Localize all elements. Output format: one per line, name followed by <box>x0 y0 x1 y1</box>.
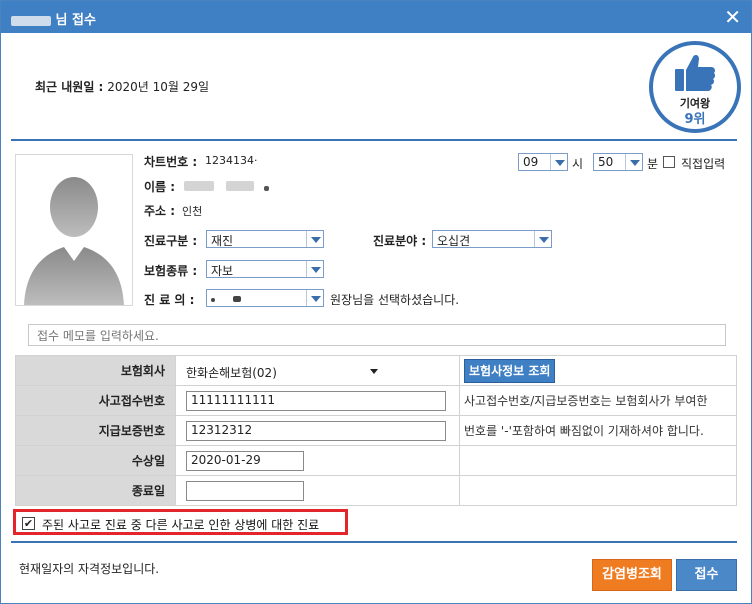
field-label: 진료분야 : <box>373 234 427 248</box>
name-label: 이름 : <box>144 180 176 194</box>
minute-unit: 분 <box>647 157 659 171</box>
field-select[interactable]: 오십견 <box>432 230 552 248</box>
insurance-table: 보험회사 한화손해보험(02) 보험사정보 조회 사고접수번호 11111111… <box>15 355 737 506</box>
avatar-silhouette-icon <box>24 177 124 305</box>
recent-visit-date: 2020년 10월 29일 <box>107 80 210 94</box>
secondary-accident-checkbox[interactable]: ✔ <box>22 517 35 530</box>
divider-top <box>11 139 737 141</box>
accident-number-label: 사고접수번호 <box>15 385 176 416</box>
close-icon[interactable]: ✕ <box>724 5 741 29</box>
accident-number-input[interactable]: 11111111111 <box>186 390 446 411</box>
injury-date-input[interactable]: 2020-01-29 <box>186 450 304 471</box>
chevron-down-icon <box>306 261 323 277</box>
minute-select[interactable]: 50 <box>593 153 643 171</box>
secondary-accident-label: 주된 사고로 진료 중 다른 사고로 인한 상병에 대한 진료 <box>42 518 320 532</box>
address-label: 주소 : <box>144 204 176 218</box>
recent-visit-label: 최근 내원일 : <box>35 80 104 94</box>
memo-input[interactable] <box>35 326 719 346</box>
insurance-type-select[interactable]: 자보 <box>206 260 324 278</box>
injury-date-label: 수상일 <box>15 445 176 476</box>
insurance-lookup-button[interactable]: 보험사정보 조회 <box>464 358 556 383</box>
table-row: 지급보증번호 12312312 번호를 '-'포함하여 빠짐없이 기재하셔야 합… <box>15 415 737 446</box>
manual-input-label: 직접입력 <box>681 157 726 171</box>
memo-field[interactable] <box>28 324 726 346</box>
insurance-company-select[interactable]: 한화손해보험(02) <box>184 361 384 381</box>
insurance-type-label: 보험종류 : <box>144 264 198 278</box>
note-line-2: 번호를 '-'포함하여 빠짐없이 기재하셔야 합니다. <box>459 415 737 446</box>
title-bar: 님 접수 ✕ <box>1 1 751 33</box>
address: 인천 <box>182 205 203 218</box>
chevron-down-icon <box>306 290 323 306</box>
chevron-down-icon <box>550 154 567 170</box>
chevron-down-icon <box>625 154 642 170</box>
caret-down-icon <box>370 368 378 374</box>
visit-type-select[interactable]: 재진 <box>206 230 324 248</box>
doctor-label: 진 료 의 : <box>144 293 195 307</box>
doctor-note: 원장님을 선택하셨습니다. <box>330 293 460 307</box>
eligibility-note: 현재일자의 자격정보입니다. <box>19 562 160 576</box>
visit-type-label: 진료구분 : <box>144 234 198 248</box>
infectious-disease-lookup-button[interactable]: 감염병조회 <box>592 559 672 591</box>
badge-rank: 9위 <box>684 112 706 127</box>
table-row: 수상일 2020-01-29 <box>15 445 737 476</box>
end-date-label: 종료일 <box>15 475 176 506</box>
guarantee-number-label: 지급보증번호 <box>15 415 176 446</box>
chart-number: 1234134· <box>205 154 258 167</box>
manual-input-checkbox[interactable] <box>663 156 675 168</box>
thumbs-up-icon <box>675 54 716 91</box>
table-row: 사고접수번호 11111111111 사고접수번호/지급보증번호는 보험회사가 … <box>15 385 737 416</box>
name-redacted <box>184 180 269 194</box>
guarantee-number-input[interactable]: 12312312 <box>186 420 446 441</box>
table-row: 종료일 <box>15 475 737 506</box>
chart-number-label: 차트번호 : <box>144 155 198 169</box>
chevron-down-icon <box>306 231 323 247</box>
end-date-input[interactable] <box>186 480 304 501</box>
patient-photo <box>15 154 133 306</box>
secondary-accident-option: ✔ 주된 사고로 진료 중 다른 사고로 인한 상병에 대한 진료 <box>13 509 348 535</box>
doctor-select[interactable] <box>206 289 324 307</box>
submit-button[interactable]: 접수 <box>676 559 737 591</box>
table-row: 보험회사 한화손해보험(02) 보험사정보 조회 <box>15 355 737 386</box>
company-label: 보험회사 <box>15 355 176 386</box>
reception-dialog: 님 접수 ✕ 최근 내원일 : 2020년 10월 29일 기여왕 9위 차트번… <box>0 0 752 604</box>
divider-bottom <box>11 541 737 543</box>
patient-name-redacted <box>11 15 51 26</box>
window-title: 님 접수 <box>11 9 96 28</box>
hour-unit: 시 <box>572 157 584 171</box>
hour-select[interactable]: 09 <box>518 153 568 171</box>
chevron-down-icon <box>534 231 551 247</box>
recent-visit: 최근 내원일 : 2020년 10월 29일 <box>35 78 209 95</box>
contributor-badge: 기여왕 9위 <box>649 41 741 133</box>
note-line-1: 사고접수번호/지급보증번호는 보험회사가 부여한 <box>459 385 737 416</box>
